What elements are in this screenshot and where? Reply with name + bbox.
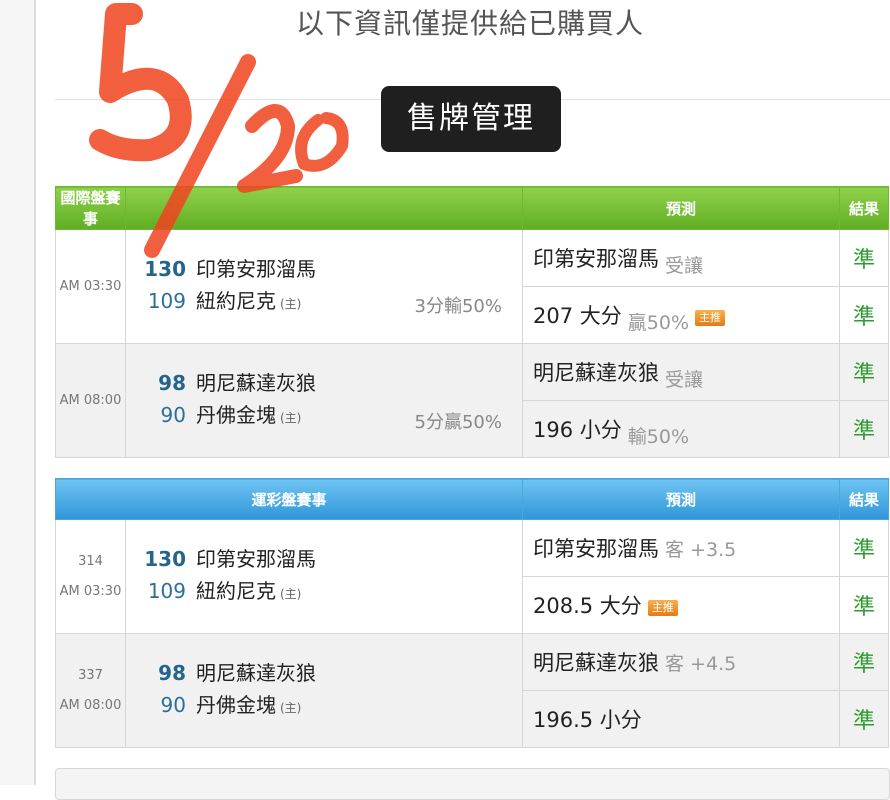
game-code: 314 [78, 553, 103, 569]
col-header-prediction: 預測 [522, 186, 840, 230]
prediction-main: 明尼蘇達灰狼 [533, 361, 659, 385]
away-team: 98 明尼蘇達灰狼 [142, 657, 522, 689]
prediction: 印第安那溜馬客 +3.5 [522, 519, 841, 577]
game-time: AM 08:00 [55, 343, 126, 458]
prediction-sub: 贏50% [627, 312, 689, 334]
col-header-intl-games: 國際盤賽事 [55, 186, 126, 230]
matchup: 130 印第安那溜馬 109 紐約尼克 (主) [124, 519, 524, 634]
ticket-management-tooltip[interactable]: 售牌管理 [381, 86, 561, 152]
result-mark: 準 [839, 576, 890, 634]
col-header-result: 結果 [839, 478, 890, 520]
home-team: 109 紐約尼克 (主) [142, 575, 522, 610]
prediction: 207 大分 贏50% 主推 [522, 286, 840, 344]
prediction: 明尼蘇達灰狼客 +4.5 [522, 633, 841, 691]
matchup: 98 明尼蘇達灰狼 90 丹佛金塊 (主) [124, 633, 524, 748]
prediction-main: 208.5 大分 [533, 594, 642, 618]
prediction-sub: 受讓 [665, 369, 704, 391]
col-header-lottery-games: 運彩盤賽事 [54, 478, 524, 520]
prediction-sub: 客 +3.5 [665, 539, 737, 561]
prediction: 印第安那溜馬 受讓 [522, 229, 840, 287]
col-header-result: 結果 [839, 186, 889, 230]
home-tag: (主) [280, 701, 302, 715]
game-time: AM 08:00 [59, 697, 122, 713]
prediction: 208.5 大分 主推 [522, 576, 841, 634]
team-number: 90 [160, 693, 186, 717]
result-mark: 準 [839, 690, 890, 748]
prediction-sub: 客 +4.5 [665, 653, 737, 675]
away-team: 98 明尼蘇達灰狼 [142, 367, 522, 399]
result-mark: 準 [839, 343, 889, 401]
result-mark: 準 [839, 229, 889, 287]
prediction-main: 196 小分 [533, 418, 622, 442]
result-mark: 準 [839, 400, 889, 458]
table-row: 314 AM 03:30 130 印第安那溜馬 109 紐約尼克 (主) 印第安那溜馬… [55, 519, 890, 634]
prediction-main: 207 大分 [533, 304, 622, 328]
team-number: 98 [158, 371, 186, 395]
prediction-sub: 輸50% [627, 426, 689, 448]
prediction-main: 印第安那溜馬 [533, 247, 659, 271]
table-row: AM 08:00 98 明尼蘇達灰狼 90 丹佛金塊 (主) 5分贏50% 明尼蘇達灰… [55, 343, 889, 458]
spread-result: 5分贏50% [414, 412, 502, 433]
team-name: 丹佛金塊 [196, 403, 276, 427]
matchup: 98 明尼蘇達灰狼 90 丹佛金塊 (主) 5分贏50% [125, 343, 523, 458]
purchaser-notice: 以下資訊僅提供給已購買人 [295, 7, 644, 40]
home-tag: (主) [280, 411, 302, 425]
home-team: 90 丹佛金塊 (主) [142, 689, 522, 724]
game-code-time: 314 AM 03:30 [55, 519, 126, 634]
team-number: 130 [144, 547, 186, 571]
prediction: 196 小分 輸50% [522, 400, 840, 458]
prediction: 明尼蘇達灰狼 受讓 [522, 343, 840, 401]
left-rail [0, 0, 36, 785]
featured-badge: 主推 [647, 600, 678, 616]
team-name: 明尼蘇達灰狼 [196, 661, 316, 685]
lottery-odds-table: 運彩盤賽事 預測 結果 314 AM 03:30 130 印第安那溜馬 109 紐約… [54, 478, 890, 748]
matchup: 130 印第安那溜馬 109 紐約尼克 (主) 3分輸50% [125, 229, 523, 344]
team-number: 109 [147, 579, 186, 603]
prediction: 196.5 小分 [522, 690, 841, 748]
prediction-main: 印第安那溜馬 [533, 537, 660, 561]
team-number: 98 [158, 661, 186, 685]
featured-badge: 主推 [695, 310, 725, 326]
home-tag: (主) [280, 297, 302, 311]
prediction-main: 196.5 小分 [533, 708, 642, 732]
team-name: 紐約尼克 [196, 289, 276, 313]
result-mark: 準 [839, 286, 889, 344]
game-code: 337 [78, 667, 103, 683]
game-time: AM 03:30 [59, 583, 122, 599]
home-tag: (主) [280, 587, 302, 601]
col-header-prediction: 預測 [522, 478, 841, 520]
away-team: 130 印第安那溜馬 [142, 543, 522, 575]
team-number: 130 [144, 257, 186, 281]
prediction-main: 明尼蘇達灰狼 [533, 651, 660, 675]
result-mark: 準 [839, 519, 890, 577]
team-number: 109 [147, 289, 186, 313]
result-mark: 準 [839, 633, 890, 691]
team-name: 丹佛金塊 [196, 693, 276, 717]
team-name: 紐約尼克 [196, 579, 276, 603]
away-team: 130 印第安那溜馬 [142, 253, 522, 285]
game-code-time: 337 AM 08:00 [55, 633, 126, 748]
bottom-panel [55, 768, 890, 800]
team-name: 印第安那溜馬 [196, 547, 316, 571]
team-number: 90 [160, 403, 186, 427]
team-name: 印第安那溜馬 [196, 257, 316, 281]
spread-result: 3分輸50% [414, 296, 502, 317]
game-time: AM 03:30 [55, 229, 126, 344]
table-row: 337 AM 08:00 98 明尼蘇達灰狼 90 丹佛金塊 (主) 明尼蘇達灰狼客 … [55, 633, 890, 748]
prediction-sub: 受讓 [665, 255, 704, 277]
team-name: 明尼蘇達灰狼 [196, 371, 316, 395]
intl-odds-table: 國際盤賽事 預測 結果 AM 03:30 130 印第安那溜馬 109 紐約尼克 (主… [55, 186, 889, 458]
table-row: AM 03:30 130 印第安那溜馬 109 紐約尼克 (主) 3分輸50% 印第安… [55, 229, 889, 344]
